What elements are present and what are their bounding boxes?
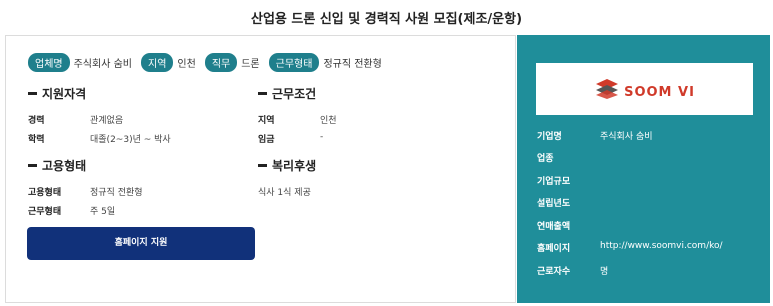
benefits-title: 복리후생 [272,159,317,173]
tag-region-label: 지역 [141,53,174,72]
tag-company-label: 업체명 [28,53,70,72]
company-label-name: 기업명 [537,132,562,142]
qualification-title: 지원자격 [42,87,87,101]
tag-job-value: 드론 [241,59,260,70]
company-label-industry: 업종 [537,154,554,164]
company-label-revenue: 연매출액 [537,222,571,232]
company-homepage-link[interactable]: http://www.soomvi.com/ko/ [600,241,723,251]
company-value-name: 주식회사 숨비 [600,132,653,142]
conditions-value-wage: - [320,132,324,142]
conditions-title: 근무조건 [272,87,317,101]
logo-tagline [624,79,625,84]
tag-region-value: 인천 [177,59,196,70]
heading-dash-icon [258,92,267,95]
company-logo: SOOM VI [536,63,753,115]
qualification-label-education: 학력 [28,135,45,145]
company-value-employees: 명 [600,267,609,277]
tag-worktype-value: 정규직 전환형 [323,59,382,70]
employment-label-schedule: 근무형태 [28,207,62,217]
qualification-label-career: 경력 [28,116,45,126]
heading-dash-icon [28,92,37,95]
soomvi-logo-icon [596,79,619,99]
page-title: 산업용 드론 신입 및 경력직 사원 모집(제조/운항) [250,12,523,27]
logo-wordmark: SOOM VI [624,84,695,100]
benefits-text: 식사 1식 제공 [258,188,311,198]
heading-dash-icon [28,164,37,167]
company-label-homepage: 홈페이지 [537,244,571,254]
heading-dash-icon [258,164,267,167]
qualification-value-education: 대졸(2~3)년 ~ 박사 [90,135,171,145]
company-label-founded: 설립년도 [537,199,571,209]
employment-value-schedule: 주 5일 [90,207,116,217]
employment-value-type: 정규직 전환형 [90,188,143,198]
company-label-size: 기업규모 [537,177,571,187]
tag-worktype-label: 근무형태 [268,53,320,72]
tag-row: 업체명 주식회사 숨비 지역 인천 직무 드론 근무형태 정규직 전환형 [28,53,391,72]
conditions-label-wage: 임금 [258,135,275,145]
benefits-heading: 복리후생 [258,157,316,174]
company-label-employees: 근로자수 [537,267,571,277]
company-info-panel: SOOM VI 기업명 주식회사 숨비 업종 기업규모 설립년도 연매출액 홈페… [517,35,770,303]
conditions-heading: 근무조건 [258,85,316,102]
job-summary-panel: 업체명 주식회사 숨비 지역 인천 직무 드론 근무형태 정규직 전환형 지원자… [5,35,516,303]
tag-job-label: 직무 [204,53,238,72]
tag-company-value: 주식회사 숨비 [73,59,132,70]
qualification-heading: 지원자격 [28,85,86,102]
conditions-value-region: 인천 [320,116,337,126]
employment-label-type: 고용형태 [28,188,62,198]
employment-heading: 고용형태 [28,157,86,174]
conditions-label-region: 지역 [258,116,275,126]
employment-title: 고용형태 [42,159,87,173]
qualification-value-career: 관계없음 [90,116,124,126]
homepage-apply-button[interactable]: 홈페이지 지원 [27,227,255,260]
